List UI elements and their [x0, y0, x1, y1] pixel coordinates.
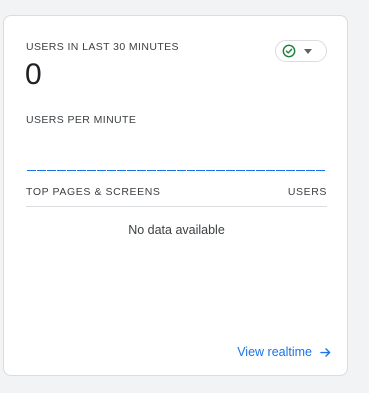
minute-bar: [216, 169, 226, 171]
arrow-right-icon: [320, 347, 331, 357]
minute-bar: [266, 169, 276, 171]
view-realtime-link[interactable]: View realtime: [237, 345, 331, 359]
minute-bar: [156, 169, 166, 171]
minute-bar: [116, 169, 126, 171]
minute-bar: [126, 169, 136, 171]
users-per-minute-chart: [27, 168, 326, 171]
minute-bar: [66, 169, 76, 171]
minute-bar: [286, 169, 296, 171]
minute-bar: [46, 169, 56, 171]
minute-bar: [86, 169, 96, 171]
minute-bar: [136, 169, 146, 171]
minute-bar: [176, 169, 186, 171]
status-dropdown[interactable]: [275, 40, 327, 62]
minute-bar: [186, 169, 196, 171]
top-pages-table-header: TOP PAGES & SCREENS USERS: [26, 186, 327, 207]
minute-bar: [56, 169, 66, 171]
minute-bar: [256, 169, 266, 171]
empty-state-message: No data available: [128, 223, 225, 237]
minute-bar: [306, 169, 316, 171]
minute-bar: [206, 169, 216, 171]
minute-bar: [236, 169, 246, 171]
minute-bar: [36, 169, 46, 171]
minute-bar: [146, 169, 156, 171]
active-users-count: 0: [25, 58, 42, 91]
column-header-users: USERS: [287, 186, 327, 198]
minute-bar: [226, 169, 236, 171]
minute-bar: [276, 169, 286, 171]
minute-bar: [166, 169, 176, 171]
minute-bar: [96, 169, 106, 171]
check-circle-icon: [282, 44, 296, 58]
column-header-pages: TOP PAGES & SCREENS: [26, 186, 161, 198]
users-last-30-min-label: USERS IN LAST 30 MINUTES: [26, 41, 179, 53]
minute-bar: [106, 169, 116, 171]
view-realtime-label: View realtime: [237, 345, 312, 359]
minute-bar: [196, 169, 206, 171]
caret-down-icon: [304, 48, 312, 54]
realtime-card: USERS IN LAST 30 MINUTES 0 USERS PER MIN…: [3, 15, 348, 376]
minute-bar: [76, 169, 86, 171]
minute-bar: [316, 169, 326, 171]
users-per-minute-label: USERS PER MINUTE: [26, 114, 137, 126]
minute-bar: [27, 169, 36, 171]
minute-bar: [246, 169, 256, 171]
minute-bar: [296, 169, 306, 171]
